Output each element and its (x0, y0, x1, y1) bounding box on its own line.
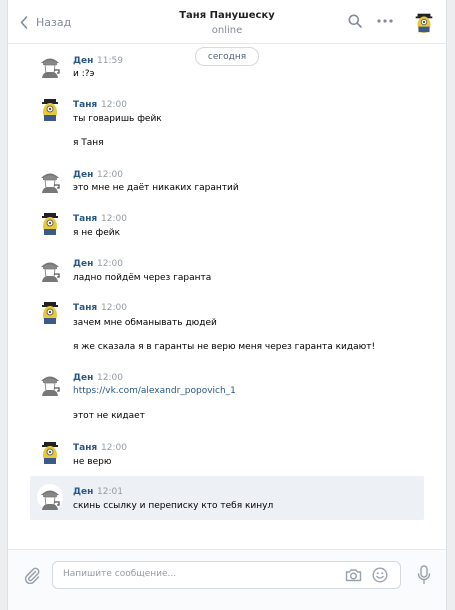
date-separator: сегодня (195, 47, 259, 66)
message-time[interactable]: 12:00 (97, 170, 123, 180)
avatar-den[interactable] (37, 52, 63, 78)
avatar-den[interactable] (37, 370, 63, 396)
message-text: я же сказала я в гаранты не верю меня че… (73, 342, 376, 352)
avatar-tanya[interactable] (37, 300, 63, 326)
message-author[interactable]: Ден (73, 487, 93, 497)
chat-header: Назад Таня Панушеску online (8, 0, 446, 44)
avatar-den[interactable] (37, 484, 63, 510)
paperclip-icon[interactable] (23, 566, 41, 584)
message-text: это мне не даёт никаких гарантий (73, 183, 239, 193)
message-time[interactable]: 12:00 (101, 443, 127, 453)
avatar-tanya[interactable] (37, 440, 63, 466)
chat-panel: Назад Таня Панушеску online сегодня Ден … (7, 0, 447, 610)
online-status: online (211, 25, 243, 36)
message-text: зачем мне обманывать дюдей (73, 318, 217, 328)
message-author[interactable]: Таня (73, 100, 97, 110)
avatar-tanya[interactable] (37, 97, 63, 123)
message-text: я Таня (73, 138, 104, 148)
message-text: скинь ссылку и переписку кто тебя кинул (73, 501, 274, 511)
message-time[interactable]: 12:00 (101, 214, 127, 224)
message-time[interactable]: 11:59 (97, 56, 123, 66)
message-text: этот не кидает (73, 411, 145, 421)
message-time[interactable]: 12:00 (97, 373, 123, 383)
camera-icon[interactable] (345, 568, 362, 582)
message-time[interactable]: 12:00 (101, 303, 127, 313)
message-text: и :?э (73, 69, 95, 79)
message-text: ты говаришь фейк (73, 114, 162, 124)
message-text: я не фейк (73, 228, 121, 238)
message-text: ладно пойдём через гаранта (73, 273, 212, 283)
message-time[interactable]: 12:00 (101, 100, 127, 110)
message-time[interactable]: 12:00 (97, 259, 123, 269)
message-input-placeholder: Напишите сообщение... (63, 569, 177, 579)
avatar-den[interactable] (37, 167, 63, 193)
contact-avatar[interactable] (412, 10, 436, 34)
avatar-den[interactable] (37, 256, 63, 282)
avatar-tanya[interactable] (37, 211, 63, 237)
message-link[interactable]: https://vk.com/alexandr_popovich_1 (73, 386, 236, 396)
smile-icon[interactable] (372, 567, 388, 583)
microphone-icon[interactable] (417, 565, 431, 585)
message-author[interactable]: Ден (73, 56, 93, 66)
message-time[interactable]: 12:01 (97, 487, 123, 497)
message-author[interactable]: Ден (73, 259, 93, 269)
message-author[interactable]: Таня (73, 303, 97, 313)
message-author[interactable]: Ден (73, 373, 93, 383)
message-author[interactable]: Таня (73, 214, 97, 224)
message-author[interactable]: Ден (73, 170, 93, 180)
message-author[interactable]: Таня (73, 443, 97, 453)
search-icon[interactable] (348, 14, 362, 28)
selected-message-highlight (30, 476, 424, 520)
message-text: не верю (73, 457, 112, 467)
more-icon[interactable] (377, 19, 393, 23)
